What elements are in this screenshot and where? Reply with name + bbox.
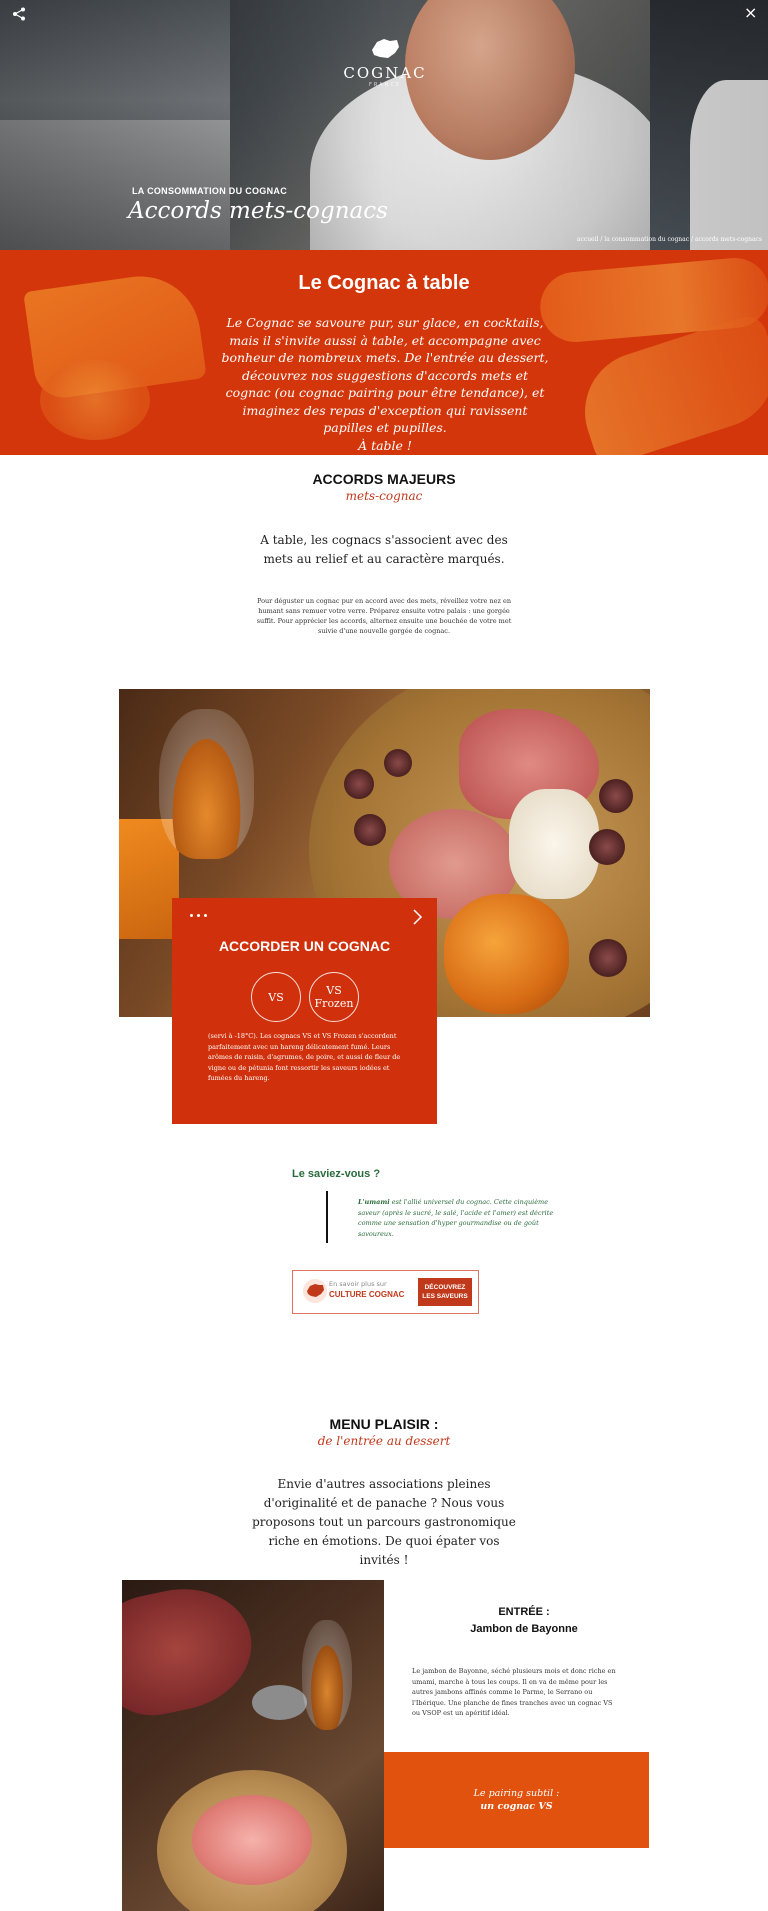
jambon-photo: [122, 1580, 384, 1911]
photo-jam-jar: [444, 894, 569, 1014]
photo-sausage-slice: [599, 779, 633, 813]
entree-kicker: ENTRÉE :: [498, 1606, 550, 1618]
pairing-label: Le pairing subtil :: [473, 1788, 560, 1799]
photo-goat-cheese: [509, 789, 599, 899]
entree-text: Le jambon de Bayonne, séché plusieurs mo…: [412, 1667, 616, 1717]
cognac-logo[interactable]: COGNAC FRANCE: [340, 36, 430, 88]
discover-flavors-button[interactable]: DÉCOUVREZ LES SAVEURS: [418, 1278, 472, 1306]
photo-cognac-glass: [302, 1620, 352, 1730]
carousel-dots[interactable]: [190, 914, 212, 920]
quote-bar: [326, 1191, 328, 1243]
umami-term: L'umami: [358, 1198, 390, 1206]
photo-ham-slices: [192, 1795, 312, 1885]
band-illustration-cookies: [40, 360, 150, 440]
did-you-know-title: Le saviez-vous ?: [292, 1168, 381, 1180]
close-icon[interactable]: ×: [744, 5, 760, 21]
chevron-right-icon[interactable]: [408, 908, 426, 926]
hero-banner: × COGNAC FRANCE LA CONSOMMATION DU COGNA…: [0, 0, 768, 250]
photo-bowl: [252, 1685, 307, 1720]
culture-cognac-banner[interactable]: En savoir plus sur CULTURE COGNAC DÉCOUV…: [292, 1270, 479, 1314]
pairing-text: (servi à -18°C). Les cognacs VS et VS Fr…: [208, 1032, 401, 1082]
breadcrumb[interactable]: accueil / la consommation du cognac / ac…: [540, 236, 762, 243]
photo-sausage-slice: [354, 814, 386, 846]
photo-ham-leg: [122, 1580, 263, 1725]
photo-cognac-glass: [159, 709, 254, 859]
option-vs-frozen-button[interactable]: VS Frozen: [309, 972, 359, 1022]
logo-wordmark: COGNAC: [343, 64, 427, 82]
option-vs-button[interactable]: VS: [251, 972, 301, 1022]
photo-sausage-slice: [384, 749, 412, 777]
majeurs-detail: Pour déguster un cognac pur en accord av…: [256, 597, 512, 635]
did-you-know-text: L'umami est l'allié universel du cognac.…: [358, 1197, 570, 1239]
intro-text: Le Cognac se savoure pur, sur glace, en …: [220, 314, 550, 454]
culture-kicker: En savoir plus sur: [329, 1280, 387, 1288]
logo-subtitle: FRANCE: [369, 82, 401, 88]
cognac-map-icon: [303, 1279, 327, 1303]
photo-sausage-slice: [589, 829, 625, 865]
majeurs-title: ACCORDS MAJEURS: [312, 471, 456, 487]
entree-name: Jambon de Bayonne: [470, 1623, 578, 1635]
majeurs-lead: A table, les cognacs s'associent avec de…: [260, 533, 508, 566]
intro-closing: À table !: [358, 437, 412, 453]
menu-subtitle: de l'entrée au dessert: [317, 1434, 451, 1448]
menu-lead: Envie d'autres associations pleines d'or…: [252, 1477, 516, 1567]
photo-sausage-slice: [344, 769, 374, 799]
hero-kicker: LA CONSOMMATION DU COGNAC: [132, 186, 287, 196]
pairing-card: ACCORDER UN COGNAC VS VS Frozen (servi à…: [172, 898, 437, 1124]
menu-title: MENU PLAISIR :: [329, 1416, 439, 1432]
share-icon[interactable]: [12, 7, 26, 21]
cognac-map-icon: [372, 39, 399, 58]
majeurs-subtitle: mets-cognac: [345, 489, 423, 503]
pairing-highlight: Le pairing subtil : un cognac VS: [384, 1752, 649, 1848]
intro-paragraph: Le Cognac se savoure pur, sur glace, en …: [221, 315, 549, 435]
pairing-value: un cognac VS: [480, 1801, 553, 1812]
page-title: Accords mets-cognacs: [128, 198, 388, 224]
photo-sausage-slice: [589, 939, 627, 977]
intro-title: Le Cognac à table: [298, 272, 470, 294]
culture-title: CULTURE COGNAC: [329, 1290, 405, 1299]
pairing-title: ACCORDER UN COGNAC: [218, 938, 391, 954]
